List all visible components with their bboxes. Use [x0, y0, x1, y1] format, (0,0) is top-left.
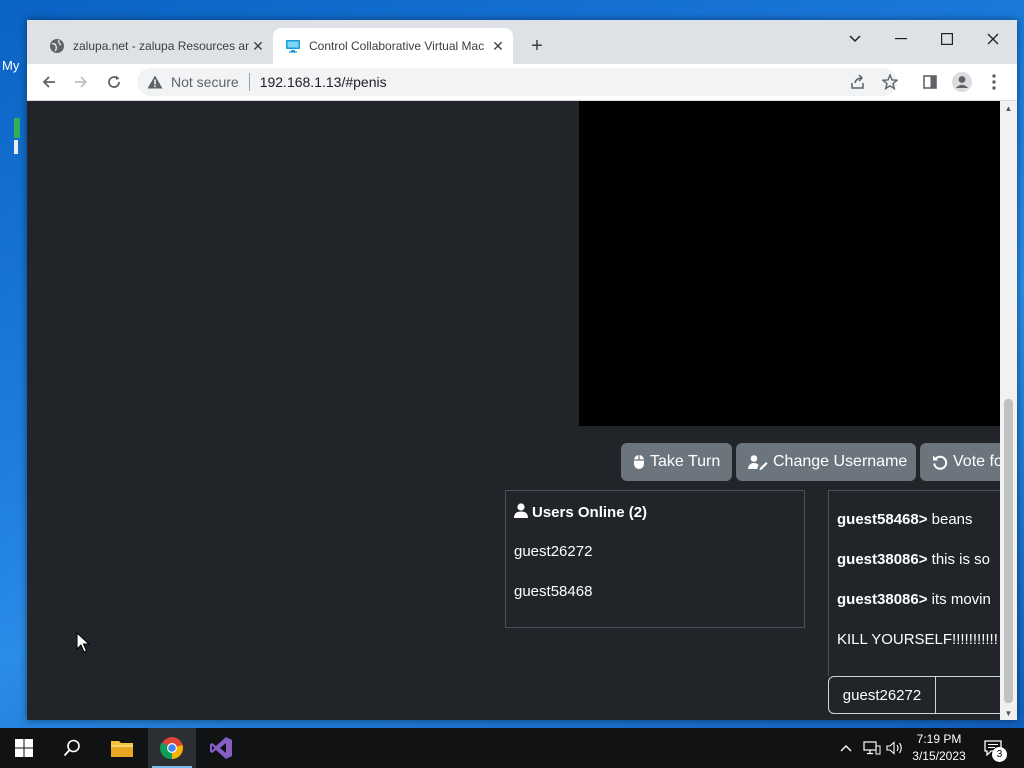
search-button[interactable]: [48, 728, 96, 768]
chat-message: guest38086> this is so: [837, 551, 990, 568]
tab-zalupa[interactable]: zalupa.net - zalupa Resources and ✕: [37, 28, 273, 64]
security-label[interactable]: Not secure: [171, 74, 239, 90]
chat-message: guest38086> its movin: [837, 591, 991, 608]
change-username-button[interactable]: Change Username: [736, 443, 916, 481]
network-icon[interactable]: [862, 728, 882, 768]
address-bar[interactable]: Not secure 192.168.1.13/#penis: [137, 68, 897, 96]
reload-button[interactable]: [102, 70, 126, 94]
users-online-header: Users Online (2): [514, 503, 647, 522]
monitor-icon: [285, 38, 301, 54]
chat-panel: guest58468> beans guest38086> this is so…: [828, 490, 1000, 676]
notification-badge: 3: [992, 747, 1007, 762]
close-icon: [987, 33, 999, 45]
scroll-up-icon[interactable]: ▲: [1000, 101, 1017, 115]
clock-time: 7:19 PM: [916, 732, 962, 746]
scroll-down-icon[interactable]: ▼: [1000, 706, 1017, 720]
side-panel-button[interactable]: [918, 70, 942, 94]
chat-text: KILL YOURSELF!!!!!!!!!!!: [837, 631, 998, 648]
reload-icon: [108, 75, 120, 88]
tab-strip: zalupa.net - zalupa Resources and ✕ Cont…: [27, 20, 1017, 64]
visual-studio-icon: [210, 737, 232, 759]
tab-search-button[interactable]: [832, 24, 878, 54]
chat-user: guest38086>: [837, 591, 928, 608]
user-list-item[interactable]: guest26272: [514, 543, 592, 560]
vote-label: Vote fo: [953, 453, 1000, 470]
taskbar: 7:19 PM 3/15/2023: [0, 728, 1024, 768]
file-explorer-button[interactable]: [98, 728, 146, 768]
chat-text: beans: [927, 511, 973, 528]
chat-text: its movin: [927, 591, 991, 608]
avatar-icon: [952, 72, 972, 92]
take-turn-label: Take Turn: [650, 453, 721, 470]
user-pen-icon: [748, 454, 768, 470]
back-button[interactable]: [37, 70, 61, 94]
menu-button[interactable]: [982, 70, 1006, 94]
minimize-button[interactable]: [878, 24, 924, 54]
vm-display[interactable]: [579, 101, 1000, 426]
arrow-left-icon: [42, 76, 55, 88]
chat-message: guest58468> beans: [837, 511, 973, 528]
browser-window: zalupa.net - zalupa Resources and ✕ Cont…: [27, 20, 1017, 720]
change-username-label: Change Username: [773, 453, 908, 470]
desktop-icon-label[interactable]: My: [2, 58, 19, 73]
user-list-item[interactable]: guest58468: [514, 583, 592, 600]
close-icon[interactable]: ✕: [249, 37, 267, 55]
chrome-icon: [160, 737, 183, 760]
url-text[interactable]: 192.168.1.13/#penis: [260, 74, 387, 90]
users-online-title: Users Online (2): [532, 504, 648, 521]
search-icon: [63, 739, 80, 757]
page-viewport: Take Turn Change Username Vote fo Users …: [27, 101, 1000, 720]
chat-text: this is so: [927, 551, 991, 568]
mouse-icon: [633, 454, 645, 470]
share-button[interactable]: [846, 70, 870, 94]
minimize-icon: [895, 38, 907, 40]
browser-toolbar: Not secure 192.168.1.13/#penis: [27, 64, 1017, 101]
start-button[interactable]: [0, 728, 48, 768]
take-turn-button[interactable]: Take Turn: [621, 443, 732, 481]
chat-input[interactable]: [936, 677, 1000, 713]
visual-studio-button[interactable]: [197, 728, 245, 768]
warning-icon[interactable]: [147, 74, 163, 90]
system-clock[interactable]: 7:19 PM 3/15/2023: [904, 731, 974, 765]
folder-icon: [111, 741, 133, 757]
chat-message: KILL YOURSELF!!!!!!!!!!!: [837, 631, 998, 648]
kebab-menu-icon: [992, 74, 996, 90]
windows-icon: [15, 739, 33, 757]
desktop-icon-partial: [14, 140, 18, 154]
users-online-panel: Users Online (2) guest26272 guest58468: [505, 490, 805, 628]
chat-username-label: guest26272: [829, 677, 936, 713]
close-icon[interactable]: ✕: [489, 37, 507, 55]
chrome-button[interactable]: [148, 728, 196, 768]
forward-button[interactable]: [69, 70, 93, 94]
arrow-right-icon: [75, 76, 88, 88]
scroll-thumb[interactable]: [1004, 399, 1013, 703]
rotate-left-icon: [932, 454, 948, 470]
vote-button[interactable]: Vote fo: [920, 443, 1000, 481]
maximize-icon: [941, 33, 953, 45]
user-icon: [514, 503, 528, 522]
chevron-down-icon: [849, 35, 861, 43]
bookmark-button[interactable]: [878, 70, 902, 94]
desktop-icon[interactable]: [14, 118, 20, 138]
side-panel-icon: [923, 75, 937, 89]
chat-user: guest58468>: [837, 511, 928, 528]
tab-title: Control Collaborative Virtual Mac: [309, 39, 485, 53]
star-icon: [882, 74, 898, 90]
profile-button[interactable]: [950, 70, 974, 94]
clock-date: 3/15/2023: [912, 749, 966, 763]
divider: [248, 73, 250, 91]
share-icon: [851, 74, 864, 89]
new-tab-button[interactable]: +: [525, 34, 549, 58]
maximize-button[interactable]: [924, 24, 970, 54]
globe-icon: [49, 38, 65, 54]
chat-user: guest38086>: [837, 551, 928, 568]
volume-icon[interactable]: [885, 728, 905, 768]
tab-control-collaborative[interactable]: Control Collaborative Virtual Mac ✕: [273, 28, 513, 64]
mouse-cursor-icon: [76, 631, 91, 659]
vertical-scrollbar[interactable]: ▲ ▼: [1000, 101, 1017, 720]
tab-title: zalupa.net - zalupa Resources and: [73, 39, 249, 53]
close-window-button[interactable]: [970, 24, 1016, 54]
chevron-up-icon[interactable]: [838, 728, 854, 768]
chat-input-group: guest26272: [828, 676, 1000, 714]
